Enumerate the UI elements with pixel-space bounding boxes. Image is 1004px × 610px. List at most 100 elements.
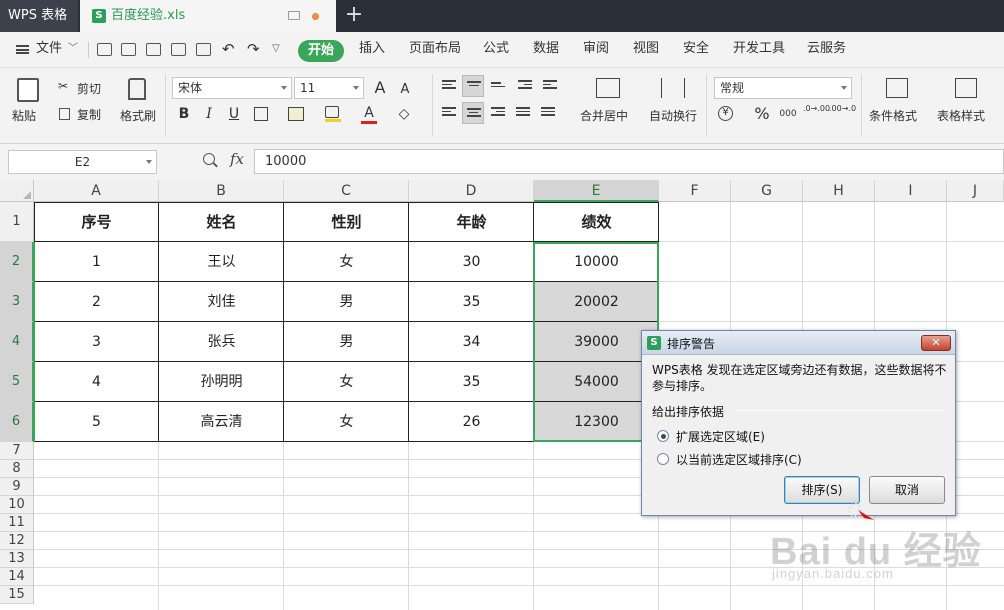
table-cell[interactable]: 2 — [34, 282, 159, 322]
paste-icon[interactable] — [17, 78, 39, 102]
column-header-a[interactable]: A — [34, 180, 159, 202]
conditional-format-icon[interactable] — [886, 78, 908, 98]
thousands-button[interactable]: 000 — [777, 103, 799, 125]
scissors-icon[interactable]: ✂ — [58, 79, 68, 93]
bold-button[interactable]: B — [173, 103, 195, 125]
name-box[interactable]: E2 — [8, 150, 157, 174]
column-header-f[interactable]: F — [659, 180, 731, 202]
border-icon[interactable] — [254, 107, 268, 121]
align-left-icon[interactable] — [442, 107, 456, 119]
column-header-h[interactable]: H — [803, 180, 875, 202]
dialog-title-bar[interactable]: S 排序警告 ✕ — [642, 331, 955, 355]
select-all-corner[interactable] — [0, 180, 34, 202]
currency-icon[interactable]: ¥ — [718, 106, 733, 121]
row-header-10[interactable]: 10 — [0, 496, 34, 514]
underline-button[interactable]: U — [223, 103, 245, 125]
tab-review[interactable]: 审阅 — [583, 32, 609, 68]
column-header-d[interactable]: D — [409, 180, 534, 202]
table-cell[interactable]: 男 — [284, 322, 409, 362]
header-cell[interactable]: 姓名 — [159, 202, 284, 242]
row-header-4[interactable]: 4 — [0, 322, 34, 362]
font-grow-button[interactable]: A — [369, 77, 391, 99]
font-size-select[interactable]: 11 — [294, 77, 364, 99]
table-cell[interactable]: 30 — [409, 242, 534, 282]
radio-expand-selection[interactable] — [657, 430, 669, 442]
row-header-1[interactable]: 1 — [0, 202, 34, 242]
radio-current-selection[interactable] — [657, 453, 669, 465]
table-cell[interactable]: 35 — [409, 282, 534, 322]
table-cell[interactable]: 张兵 — [159, 322, 284, 362]
table-cell[interactable]: 35 — [409, 362, 534, 402]
tab-page-layout[interactable]: 页面布局 — [409, 32, 461, 68]
column-header-c[interactable]: C — [284, 180, 409, 202]
pdf-icon[interactable] — [146, 43, 161, 56]
row-header-14[interactable]: 14 — [0, 568, 34, 586]
redo-icon[interactable]: ↷ — [247, 32, 260, 68]
table-style-icon[interactable] — [955, 78, 977, 98]
table-cell[interactable]: 4 — [34, 362, 159, 402]
row-header-7[interactable]: 7 — [0, 442, 34, 460]
customize-icon[interactable]: ▽ — [272, 32, 280, 68]
merge-center-icon[interactable] — [596, 78, 620, 98]
menu-icon[interactable] — [16, 45, 29, 54]
table-cell[interactable]: 王以 — [159, 242, 284, 282]
table-cell[interactable]: 高云清 — [159, 402, 284, 442]
row-header-6[interactable]: 6 — [0, 402, 34, 442]
increase-decimal-button[interactable]: .0→.00 — [803, 104, 830, 126]
column-header-g[interactable]: G — [731, 180, 803, 202]
table-cell[interactable]: 26 — [409, 402, 534, 442]
cancel-button[interactable]: 取消 — [869, 476, 945, 504]
eraser-icon[interactable]: ◇ — [393, 103, 415, 125]
table-cell[interactable]: 女 — [284, 362, 409, 402]
format-painter-button[interactable]: 格式刷 — [120, 107, 156, 124]
table-style-button[interactable]: 表格样式 — [937, 107, 985, 124]
merge-center-button[interactable]: 合并居中 — [580, 107, 628, 124]
tab-cloud[interactable]: 云服务 — [807, 32, 846, 68]
row-header-15[interactable]: 15 — [0, 586, 34, 604]
file-tab[interactable]: S 百度经验.xls — [80, 0, 336, 32]
fill-color-icon[interactable] — [325, 106, 339, 118]
file-menu[interactable]: 文件 — [36, 32, 62, 68]
fill-style-icon[interactable] — [288, 107, 304, 121]
column-header-j[interactable]: J — [947, 180, 1004, 202]
justify-icon[interactable] — [516, 107, 530, 119]
tab-formula[interactable]: 公式 — [483, 32, 509, 68]
app-tab[interactable]: WPS 表格 — [0, 0, 78, 32]
tab-data[interactable]: 数据 — [533, 32, 559, 68]
table-cell[interactable]: 5 — [34, 402, 159, 442]
row-header-9[interactable]: 9 — [0, 478, 34, 496]
paste-button[interactable]: 粘贴 — [12, 107, 36, 124]
align-right-icon[interactable] — [491, 107, 505, 119]
print-icon[interactable] — [171, 43, 186, 56]
row-header-12[interactable]: 12 — [0, 532, 34, 550]
copy-button[interactable]: 复制 — [77, 106, 101, 123]
save-icon[interactable] — [121, 43, 136, 56]
indent-increase-icon[interactable] — [543, 80, 557, 92]
italic-button[interactable]: I — [198, 103, 220, 125]
header-cell[interactable]: 性别 — [284, 202, 409, 242]
chevron-down-icon[interactable]: ﹀ — [68, 32, 78, 68]
header-cell[interactable]: 年龄 — [409, 202, 534, 242]
fx-icon[interactable]: fx — [230, 150, 244, 168]
align-bottom-icon[interactable] — [491, 82, 505, 94]
new-tab-button[interactable]: + — [342, 0, 366, 32]
monitor-icon[interactable] — [288, 11, 300, 20]
sort-button[interactable]: 排序(S) — [784, 476, 860, 504]
header-cell[interactable]: 序号 — [34, 202, 159, 242]
zoom-icon[interactable] — [203, 153, 215, 165]
tab-insert[interactable]: 插入 — [359, 32, 385, 68]
table-cell[interactable]: 20002 — [534, 282, 659, 322]
tab-developer[interactable]: 开发工具 — [733, 32, 785, 68]
wrap-text-icon[interactable] — [661, 78, 685, 98]
row-header-13[interactable]: 13 — [0, 550, 34, 568]
column-header-e[interactable]: E — [534, 180, 659, 202]
radio-current-label[interactable]: 以当前选定区域排序(C) — [676, 451, 802, 468]
row-header-5[interactable]: 5 — [0, 362, 34, 402]
row-header-2[interactable]: 2 — [0, 242, 34, 282]
distribute-icon[interactable] — [541, 107, 555, 119]
font-name-select[interactable]: 宋体 — [172, 77, 292, 99]
table-cell[interactable]: 女 — [284, 242, 409, 282]
font-shrink-button[interactable]: A — [394, 79, 416, 101]
table-cell[interactable]: 3 — [34, 322, 159, 362]
conditional-format-button[interactable]: 条件格式 — [869, 107, 917, 124]
